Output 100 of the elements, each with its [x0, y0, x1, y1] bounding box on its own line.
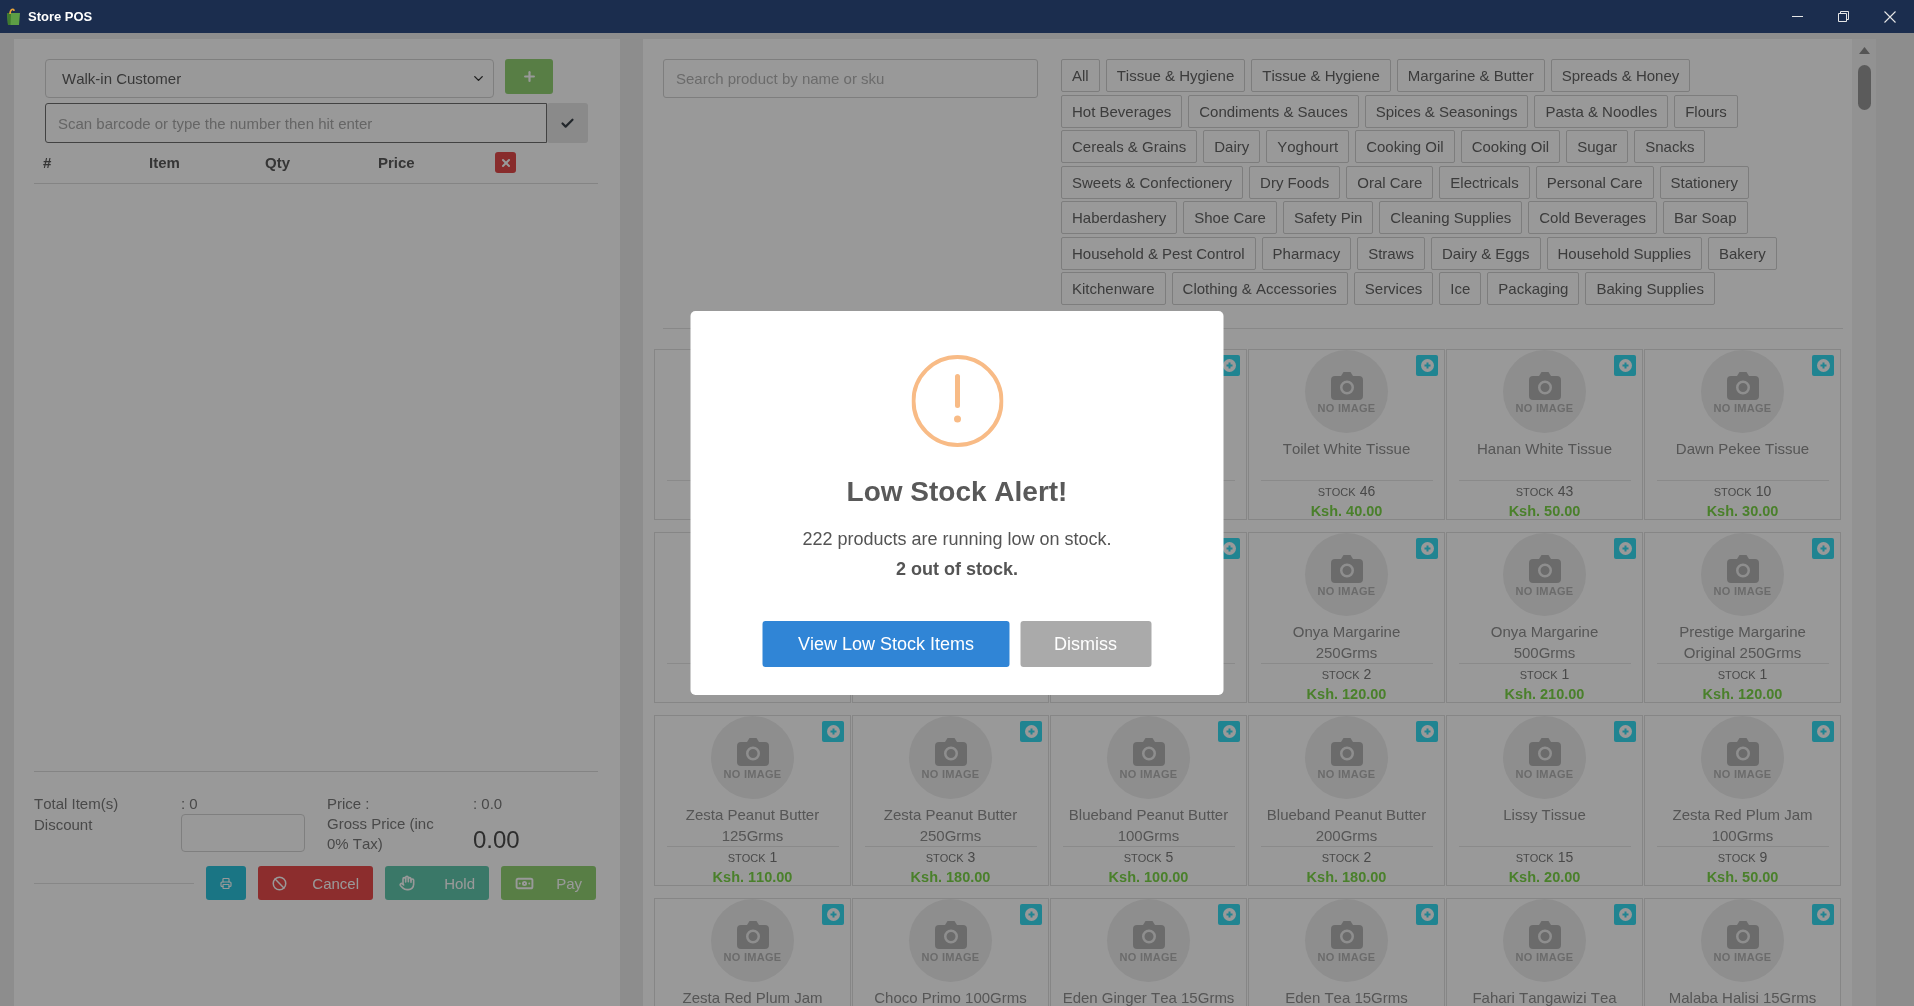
plus-circle-icon [1816, 908, 1830, 921]
cancel-button[interactable]: Cancel [258, 866, 373, 900]
category-button[interactable]: Shoe Care [1183, 201, 1277, 234]
confirm-button[interactable]: View Low Stock Items [762, 621, 1010, 667]
category-button[interactable]: Flours [1674, 94, 1738, 128]
scrollbar-track[interactable] [1852, 39, 1876, 1006]
product-name: Fahari Tangawizi Tea [1471, 988, 1618, 1006]
camera-icon [1726, 555, 1759, 583]
category-button[interactable]: Pharmacy [1261, 236, 1352, 270]
category-button[interactable]: Cereals & Grains [1061, 130, 1198, 163]
alert-title: Low Stock Alert! [846, 475, 1068, 509]
category-button[interactable]: Sugar [1566, 130, 1629, 163]
plus-circle-icon [1618, 542, 1632, 555]
product-name: Zesta Red Plum Jam 100Grms [1671, 805, 1814, 846]
category-button[interactable]: Haberdashery [1061, 201, 1178, 234]
window-title: Store POS [28, 9, 93, 24]
stock-label: STOCK [1713, 485, 1752, 500]
gross-price-value: 0.00 [473, 826, 520, 854]
category-button[interactable]: Kitchenware [1061, 272, 1166, 305]
product-name: Hanan White Tissue [1475, 439, 1614, 459]
category-button[interactable]: Hot Beverages [1061, 94, 1183, 128]
stock-count: 1 [1561, 665, 1570, 683]
product-price: Ksh. 120.00 [1702, 686, 1783, 702]
scroll-up-arrow-icon[interactable] [1858, 47, 1870, 54]
category-button[interactable]: Snacks [1634, 130, 1706, 163]
print-button[interactable] [206, 866, 246, 900]
plus-circle-icon [1024, 908, 1038, 921]
category-button[interactable]: Personal Care [1535, 165, 1654, 199]
product-name: Choco Primo 100Grms [873, 988, 1028, 1006]
category-button[interactable]: Cooking Oil [1355, 130, 1455, 163]
category-button[interactable]: Oral Care [1346, 165, 1434, 199]
alert-message: 222 products are running low on stock. [802, 528, 1112, 551]
camera-icon [1330, 555, 1363, 583]
category-button[interactable]: Cold Beverages [1528, 201, 1657, 234]
category-button[interactable]: Condiments & Sauces [1188, 94, 1359, 128]
category-button[interactable]: Clothing & Accessories [1171, 272, 1348, 305]
minimize-icon[interactable] [1792, 16, 1803, 17]
plus-circle-icon [1618, 725, 1632, 738]
category-button[interactable]: Household Supplies [1546, 236, 1702, 270]
plus-circle-icon [1816, 542, 1830, 555]
camera-icon [736, 738, 769, 766]
camera-icon [1726, 372, 1759, 400]
category-button[interactable]: Straws [1357, 236, 1425, 270]
product-price: Ksh. 40.00 [1310, 503, 1383, 519]
category-button[interactable]: Dairy [1203, 130, 1261, 163]
category-button[interactable]: Household & Pest Control [1061, 236, 1256, 270]
category-button[interactable]: Bakery [1707, 236, 1777, 270]
scrollbar-thumb[interactable] [1857, 65, 1871, 110]
add-customer-button[interactable] [505, 59, 553, 94]
category-button[interactable]: Tissue & Hygiene [1105, 59, 1246, 92]
customer-select[interactable]: Walk-in Customer [45, 59, 494, 98]
discount-field[interactable] [181, 814, 305, 852]
category-button[interactable]: Packaging [1487, 272, 1580, 305]
category-button[interactable]: Spices & Seasonings [1364, 94, 1529, 128]
plus-circle-icon [1816, 359, 1830, 372]
category-button[interactable]: Ice [1439, 272, 1482, 305]
price-label: Price : [327, 794, 370, 814]
stock-count: 1 [769, 848, 778, 866]
category-button[interactable]: Pasta & Noodles [1534, 94, 1669, 128]
product-name: Lissy Tissue [1502, 805, 1587, 825]
column-header: # [43, 153, 52, 173]
category-button[interactable]: Dry Foods [1249, 165, 1341, 199]
restore-icon[interactable] [1838, 11, 1849, 22]
x-icon [499, 156, 512, 169]
product-name: Malaba Halisi 15Grms [1667, 988, 1818, 1006]
category-button[interactable]: Cleaning Supplies [1379, 201, 1523, 234]
camera-icon [1330, 372, 1363, 400]
product-name: Eden Ginger Tea 15Grms [1062, 988, 1235, 1006]
category-button[interactable]: Safety Pin [1282, 201, 1374, 234]
close-icon[interactable] [1884, 10, 1896, 23]
product-name: Blueband Peanut Butter 200Grms [1265, 805, 1428, 846]
category-button[interactable]: Cooking Oil [1460, 130, 1561, 163]
submit-barcode-button[interactable] [547, 103, 588, 143]
category-button[interactable]: Stationery [1659, 165, 1750, 199]
clear-cart-button[interactable] [495, 152, 516, 173]
camera-icon [1330, 921, 1363, 949]
plus-circle-icon [1420, 725, 1434, 738]
category-button[interactable]: Electricals [1439, 165, 1530, 199]
category-button[interactable]: Margarine & Butter [1396, 59, 1545, 92]
category-button[interactable]: Baking Supplies [1585, 272, 1715, 305]
product-price: Ksh. 30.00 [1706, 503, 1779, 519]
gross-price-label: Gross Price (inc 0% Tax) [327, 814, 435, 854]
category-button[interactable]: Spreads & Honey [1550, 59, 1691, 92]
category-button[interactable]: Dairy & Eggs [1431, 236, 1541, 270]
category-button[interactable]: Yoghourt [1266, 130, 1350, 163]
camera-icon [1528, 372, 1561, 400]
product-name: Zesta Peanut Butter 125Grms [684, 805, 821, 846]
dismiss-button[interactable]: Dismiss [1020, 621, 1152, 667]
product-price: Ksh. 110.00 [712, 869, 793, 885]
category-button[interactable]: Services [1353, 272, 1434, 305]
category-button[interactable]: All [1061, 59, 1100, 92]
product-price: Ksh. 210.00 [1504, 686, 1585, 702]
category-button[interactable]: Tissue & Hygiene [1251, 59, 1391, 92]
plus-circle-icon [1618, 908, 1632, 921]
category-button[interactable]: Sweets & Confectionery [1061, 165, 1244, 199]
product-name: Zesta Peanut Butter 250Grms [882, 805, 1019, 846]
plus-circle-icon [1618, 359, 1632, 372]
category-button[interactable]: Bar Soap [1662, 201, 1748, 234]
stock-label: STOCK [1717, 668, 1756, 683]
camera-icon [736, 921, 769, 949]
